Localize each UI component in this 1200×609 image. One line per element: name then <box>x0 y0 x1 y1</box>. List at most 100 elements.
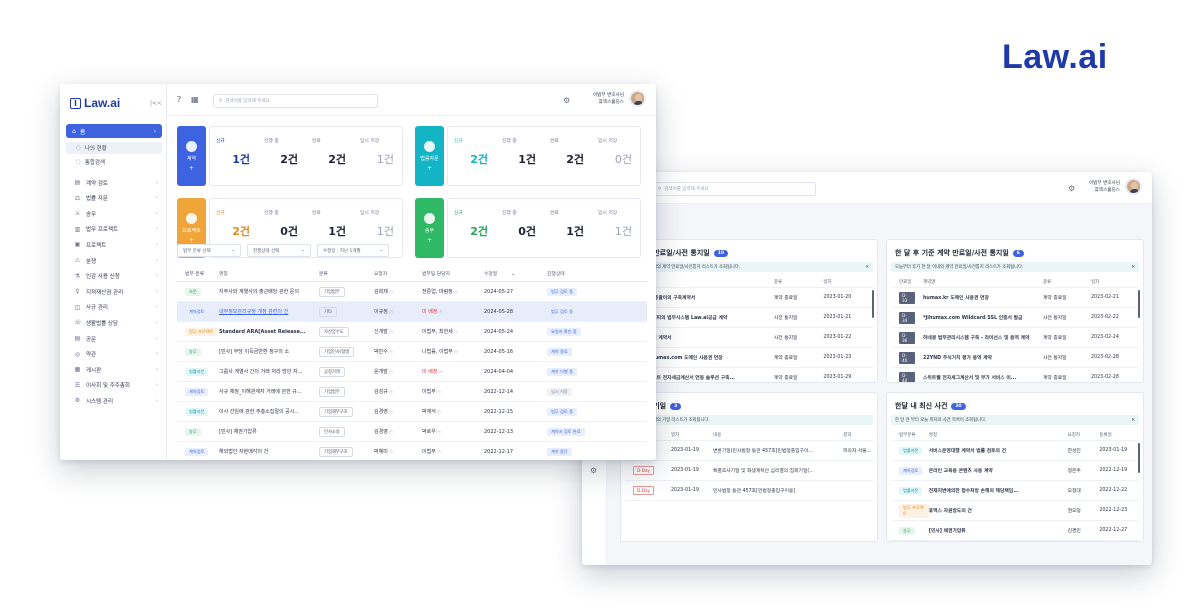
contract-name[interactable]: 22YND 주식거치 평가 용역 계약 <box>915 354 1043 361</box>
list-item[interactable]: 계약검토 온라인 교육용 콘텐츠 사용 계약 정은주 2022-12-19 <box>891 461 1139 481</box>
case-title[interactable]: 해외법인 자본매각의 건 <box>219 449 268 455</box>
sidebar-subitem-search[interactable]: ○ 통합검색 <box>66 156 162 168</box>
sidebar-item[interactable]: ⚗ 인감 사용 신청 › <box>66 269 162 284</box>
hearing-content[interactable]: 민사법정 동관 457호[민법정출입구이용] <box>713 487 843 494</box>
sidebar-item[interactable]: ⚠ 분쟁 › <box>66 253 162 268</box>
sidebar-item[interactable]: ☏ 생활법률 상담 › <box>66 315 162 330</box>
col-header-date[interactable]: 수정일 ⌄ <box>484 270 547 277</box>
stat-cell[interactable]: 임시 저장 0건 <box>592 127 640 185</box>
help-icon[interactable]: ? <box>177 95 181 104</box>
sidebar-item[interactable]: ▤ 계약 검토 › <box>66 175 162 190</box>
cell-title[interactable]: 이사 선임에 관한 주총소집절의 공시... <box>219 408 319 415</box>
cell-title[interactable]: 지주사와 계열사의 출근배당 관한 문의 <box>219 288 319 295</box>
scrollbar[interactable] <box>872 290 874 318</box>
cell-title[interactable]: 해외법인 자본매각의 건 <box>219 448 319 455</box>
user-menu[interactable]: 이법무 변호사님 휴맥스홀딩스 <box>593 90 646 107</box>
scrollbar[interactable] <box>1138 290 1140 318</box>
close-icon[interactable]: ✕ <box>1131 265 1135 270</box>
stat-cell[interactable]: 진행 중 2건 <box>258 127 306 185</box>
sidebar-item[interactable]: ⚔ 송무 › <box>66 206 162 221</box>
sidebar-item[interactable]: ▤ 공문 › <box>66 331 162 346</box>
sidebar-item[interactable]: ☰ 이사회 및 주주총회 › <box>66 378 162 393</box>
list-item[interactable]: 클린해빗 계약서사전 통지일2023-01-22 <box>625 328 873 348</box>
stat-cell[interactable]: 완료 2건 <box>544 127 592 185</box>
case-title[interactable]: 전재지변에의한 접수처방 손해의 해당책임... <box>929 487 1068 494</box>
list-item[interactable]: D-36 하네콩 법무관리시스템 구축 - 라이선스 및 용역 계약 계약 종료일 2… <box>891 328 1139 348</box>
list-item[interactable]: 휴맥스이피의 법무시스템 Law.ai공급 계약 사전 통지일 2023-01-21 <box>625 308 873 328</box>
stat-cell[interactable]: 임시 저장 1건 <box>354 127 402 185</box>
table-row[interactable]: 법률자문 이사 선임에 관한 주총소집절의 공시... 기업재무구조 김경영 ◷ 박재석… <box>177 402 647 422</box>
avatar[interactable] <box>1125 178 1142 195</box>
hearing-content[interactable]: 특별조사기일 및 화생계획안 심리결의 집회기일(... <box>713 467 843 474</box>
summary-tile[interactable]: 송무 + <box>415 198 444 258</box>
list-item[interactable]: D-33 humax.kr 도메인 사용권 연장 계약 종료일 2023-02-21 <box>891 288 1139 308</box>
sidebar-item[interactable]: ▥ 법무 프로젝트 › <box>66 222 162 237</box>
stat-cell[interactable]: 진행 중 0건 <box>496 199 544 257</box>
sidebar-subitem-my-status[interactable]: ○ 나의 현황 <box>66 142 162 154</box>
summary-tile[interactable]: 계약 + <box>177 126 206 186</box>
list-item[interactable]: D-Day 2023-01-19 특별조사기일 및 화생계획안 심리결의 집회기일(… <box>625 461 873 481</box>
sidebar-item[interactable]: ⚙ 시스템 관리 › <box>66 393 162 408</box>
sidebar-item[interactable]: ◫ 사규 관리 › <box>66 300 162 315</box>
avatar[interactable] <box>629 90 646 107</box>
case-title[interactable]: 그룹사 계열사 간의 거래 처리 방안 자... <box>219 369 302 375</box>
cell-title[interactable]: [민사] 부당 이득금반환 청구의 소 <box>219 348 319 355</box>
table-row[interactable]: 계약검토 해외법인 자본매각의 건 기업재무구조 박혜미 ◷ 이법무 ◷ 2022-12-… <box>177 442 647 460</box>
cell-title[interactable]: [민사] 채권가압류 <box>219 428 319 435</box>
contract-name[interactable]: 하네콩 법무관리시스템 구축 - 라이선스 및 용역 계약 <box>915 334 1043 341</box>
stat-cell[interactable]: 진행 중 1건 <box>496 127 544 185</box>
list-item[interactable]: 로이터 총괄이의 구축계약서 계약 종료일 2023-01-20 <box>625 288 873 308</box>
case-title[interactable]: 지주사와 계열사의 출근배당 관한 문의 <box>219 289 299 295</box>
stat-cell[interactable]: 완료 1건 <box>544 199 592 257</box>
search-input[interactable]: ⚲ 검색어를 입력해 주세요 <box>213 94 378 108</box>
summary-tile[interactable]: 법률자문 + <box>415 126 444 186</box>
calendar-icon[interactable]: ▦ <box>191 95 199 104</box>
case-title[interactable]: 사규 제정_이해관계자 거래에 관한 규... <box>219 389 302 395</box>
case-title[interactable]: 내부정보관리규정 개정 관련의 건 <box>219 309 288 315</box>
sidebar-item-home[interactable]: ⌂ 홈 › <box>66 124 162 138</box>
contract-name[interactable]: humax.kr 도메인 사용권 연장 <box>915 294 1043 301</box>
table-row[interactable]: 송무 [민사] 채권가압류 민사소송 김경영 ◷ 박로우 ◷ 2022-12-13 계약서 … <box>177 422 647 442</box>
gear-icon[interactable]: ⚙ <box>1068 184 1075 193</box>
cell-title[interactable]: Standard ARA[Asset Release... <box>219 329 319 335</box>
status-filter-select[interactable]: 진행상태 선택 ⌄ <box>247 244 311 257</box>
cell-title[interactable]: 사규 제정_이해관계자 거래에 관한 규... <box>219 388 319 395</box>
hearing-content[interactable]: 변론기일(민사법정 동관 457호[민법정출입구이... <box>713 447 843 454</box>
list-item[interactable]: 법률자문 서비스운영대행 계약서 법률 검토의 건 한성진 2023-01-19 <box>891 441 1139 461</box>
case-title[interactable]: 휴맥스 자원방도의 건 <box>929 507 1068 514</box>
list-item[interactable]: 딜타래스트 전자세금계산서 연동 솔루션 구축... 계약 종료일 2023-01-… <box>625 368 873 382</box>
stat-cell[interactable]: 임시 저장 1건 <box>592 199 640 257</box>
sidebar-item[interactable]: ⚖ 법률 자문 › <box>66 191 162 206</box>
list-item[interactable]: D-Day 2023-01-19 민사법정 동관 457호[민법정출입구이용] <box>625 481 873 501</box>
app-logo[interactable]: l Law.ai <box>70 96 120 110</box>
list-item[interactable]: D-40 22YND 주식거치 평가 용역 계약 사전 통지일 2023-02-28 <box>891 348 1139 368</box>
date-filter-select[interactable]: 수정일 : 지난 1개월 ⌄ <box>317 244 389 257</box>
case-title[interactable]: 이사 선임에 관한 주총소집절의 공시... <box>219 409 299 415</box>
case-title[interactable]: 서비스운영대행 계약서 법률 검토의 건 <box>929 447 1068 454</box>
table-row[interactable]: 자문 지주사와 계열사의 출근배당 관한 문의 기업법무 김희재 ◷ 전준업, 마림정 … <box>177 282 647 302</box>
case-title[interactable]: 온라인 교육용 콘텐츠 사용 계약 <box>929 467 1068 474</box>
sidebar-item[interactable]: ♀ 지적재산권 관리 › <box>66 284 162 299</box>
user-menu[interactable]: 이법무 변호사님 휴맥스홀딩스 <box>1089 178 1142 195</box>
list-item[interactable]: D-40 스위트웰 전자세그계산서 및 부가 서비스 이... 계약 종료일 2023… <box>891 368 1139 382</box>
list-item[interactable]: 송무 [민사] 채권가압류 김경민 2022-12-27 <box>891 521 1139 541</box>
contract-name[interactable]: 스위트웰 전자세그계산서 및 부가 서비스 이... <box>915 374 1043 381</box>
table-row[interactable]: 법무 프로젝트 Standard ARA[Asset Release... 자산양수… <box>177 322 647 342</box>
list-item[interactable]: dearhumax.com 도메인 사용권 연장 계약 종료일 2023-01-23 <box>625 348 873 368</box>
table-row[interactable]: 법률자문 그룹사 계열사 간의 거래 처리 방안 자... 공정거래 윤개발 ◷ 미 배… <box>177 362 647 382</box>
close-icon[interactable]: ✕ <box>865 265 869 270</box>
sidebar-item[interactable]: ▣ 프로젝트 › <box>66 237 162 252</box>
contract-name[interactable]: *Jihumax.com Wildcard SSL 인증서 발급 <box>915 314 1043 321</box>
case-title[interactable]: [민사] 채권가압류 <box>219 429 257 435</box>
cell-title[interactable]: 그룹사 계열사 간의 거래 처리 방안 자... <box>219 368 319 375</box>
list-item[interactable]: D-Day2023-01-19변론기일(민사법정 동관 457호[민법정출입구이… <box>625 441 873 461</box>
list-item[interactable]: D-34 *Jihumax.com Wildcard SSL 인증서 발급 사전 통… <box>891 308 1139 328</box>
stat-cell[interactable]: 완료 2건 <box>306 127 354 185</box>
list-item[interactable]: 법률자문 전재지변에의한 접수처방 손해의 해당책임... 오정대 2022-12-2… <box>891 481 1139 501</box>
list-item[interactable]: 법무 프로젝트 휴맥스 자원방도의 건 권오정 2022-12-23 <box>891 501 1139 521</box>
cell-title[interactable]: 내부정보관리규정 개정 관련의 건 <box>219 308 319 315</box>
stat-cell[interactable]: 신규 2건 <box>448 127 496 185</box>
category-filter-select[interactable]: 법무 분류 선택 ⌄ <box>177 244 241 257</box>
case-title[interactable]: [민사] 부당 이득금반환 청구의 소 <box>219 349 289 355</box>
sidebar-item[interactable]: ▦ 게시판 › <box>66 362 162 377</box>
